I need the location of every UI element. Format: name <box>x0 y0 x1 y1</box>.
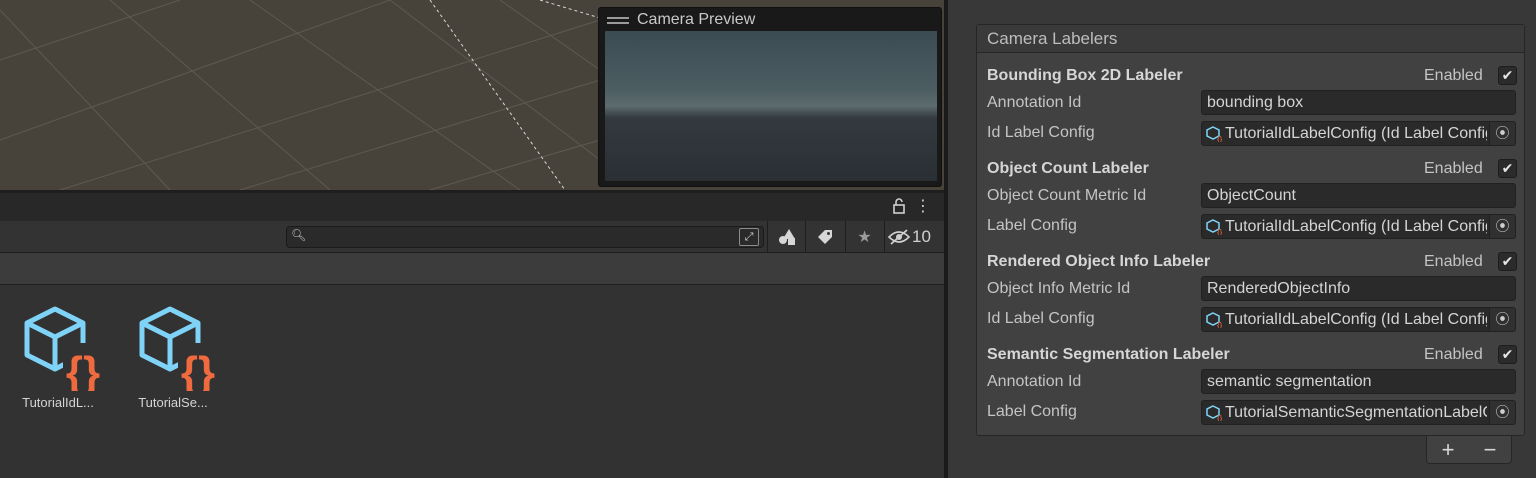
camera-preview-image <box>605 31 937 181</box>
object-picker-icon[interactable]: ⦿ <box>1489 401 1515 424</box>
enabled-checkbox[interactable]: ✔ <box>1498 159 1517 178</box>
label-config-field[interactable]: {} TutorialIdLabelConfig (Id Label Confi… <box>1201 214 1516 239</box>
svg-text:{}: {} <box>1217 414 1222 421</box>
object-picker-icon[interactable]: ⦿ <box>1489 215 1515 238</box>
enabled-checkbox[interactable]: ✔ <box>1498 66 1517 85</box>
checkmark-icon: ✔ <box>1501 253 1514 269</box>
checkmark-icon: ✔ <box>1501 67 1514 83</box>
filter-by-label-button[interactable] <box>805 221 843 252</box>
camera-preview-window[interactable]: Camera Preview <box>598 7 942 187</box>
scriptable-object-icon: {} <box>1206 126 1222 142</box>
hidden-packages-toggle[interactable]: 10 <box>888 221 931 252</box>
asset-item[interactable]: {} TutorialIdL... <box>3 305 113 425</box>
metric-id-input[interactable]: RenderedObjectInfo <box>1201 276 1516 301</box>
checkmark-icon: ✔ <box>1501 346 1514 362</box>
kebab-menu-icon[interactable]: ⋮ <box>914 198 932 216</box>
toolbar-separator <box>884 221 885 252</box>
filter-by-type-button[interactable] <box>767 221 805 252</box>
asset-label: TutorialIdL... <box>22 395 94 410</box>
labeler-title: Bounding Box 2D Labeler <box>987 67 1183 84</box>
scriptable-object-icon: {} <box>1206 219 1222 235</box>
list-add-remove-footer: + − <box>1426 436 1512 464</box>
object-field-value: TutorialSemanticSegmentationLabelConfig <box>1225 404 1487 421</box>
expand-icon[interactable]: ⤢ <box>739 228 759 246</box>
label-config-field[interactable]: {} TutorialSemanticSegmentationLabelConf… <box>1201 400 1516 425</box>
svg-text:{}: {} <box>181 348 215 391</box>
enabled-label: Enabled <box>1424 253 1483 270</box>
id-label-config-field[interactable]: {} TutorialIdLabelConfig (Id Label Confi… <box>1201 121 1516 146</box>
enabled-label: Enabled <box>1424 346 1483 363</box>
field-label: Object Info Metric Id <box>987 280 1131 297</box>
search-input[interactable]: 🔍︎ ⤢ <box>286 226 764 248</box>
svg-text:{}: {} <box>1217 321 1222 328</box>
field-label: Id Label Config <box>987 124 1095 141</box>
field-label: Annotation Id <box>987 94 1082 111</box>
inspector-panel: Camera Labelers Bounding Box 2D Labeler … <box>948 0 1536 478</box>
id-label-config-field[interactable]: {} TutorialIdLabelConfig (Id Label Confi… <box>1201 307 1516 332</box>
label-config-asset-icon: {} <box>24 306 103 391</box>
enabled-checkbox[interactable]: ✔ <box>1498 252 1517 271</box>
field-label: Label Config <box>987 217 1077 234</box>
svg-text:{}: {} <box>66 348 100 391</box>
camera-labelers-header: Camera Labelers <box>977 25 1524 53</box>
asset-label: TutorialSe... <box>138 395 208 410</box>
breadcrumb <box>0 253 944 285</box>
labeler-title: Rendered Object Info Labeler <box>987 253 1211 270</box>
annotation-id-input[interactable]: semantic segmentation <box>1201 369 1516 394</box>
field-label: Label Config <box>987 403 1077 420</box>
svg-text:{}: {} <box>1217 228 1222 235</box>
remove-labeler-button[interactable]: − <box>1484 437 1497 463</box>
lock-icon[interactable] <box>890 198 908 216</box>
field-label: Id Label Config <box>987 310 1095 327</box>
hidden-count: 10 <box>912 226 931 246</box>
project-tab-bar <box>0 193 944 221</box>
eye-slash-icon <box>888 228 910 245</box>
filter-by-label-icon <box>817 229 832 244</box>
camera-preview-header[interactable]: Camera Preview <box>607 10 755 30</box>
annotation-id-input[interactable]: bounding box <box>1201 90 1516 115</box>
star-icon: ★ <box>857 228 872 246</box>
scriptable-object-icon: {} <box>1206 312 1222 328</box>
checkmark-icon: ✔ <box>1501 160 1514 176</box>
camera-labelers-list: Camera Labelers Bounding Box 2D Labeler … <box>976 24 1525 436</box>
labeler-title: Object Count Labeler <box>987 160 1149 177</box>
field-label: Object Count Metric Id <box>987 187 1147 204</box>
camera-preview-title: Camera Preview <box>637 11 756 28</box>
scene-view[interactable]: Camera Preview <box>0 0 944 190</box>
field-label: Annotation Id <box>987 373 1082 390</box>
object-field-value: TutorialIdLabelConfig (Id Label Config) <box>1225 218 1487 235</box>
unity-editor: Camera Preview ⋮ 🔍︎ ⤢ ★ 10 {} TutorialId… <box>0 0 1536 478</box>
object-picker-icon[interactable]: ⦿ <box>1489 122 1515 145</box>
enabled-label: Enabled <box>1424 160 1483 177</box>
enabled-checkbox[interactable]: ✔ <box>1498 345 1517 364</box>
object-field-value: TutorialIdLabelConfig (Id Label Config) <box>1225 311 1487 328</box>
object-field-value: TutorialIdLabelConfig (Id Label Config) <box>1225 125 1487 142</box>
object-picker-icon[interactable]: ⦿ <box>1489 308 1515 331</box>
asset-item[interactable]: {} TutorialSe... <box>118 305 228 425</box>
add-labeler-button[interactable]: + <box>1442 437 1455 463</box>
metric-id-input[interactable]: ObjectCount <box>1201 183 1516 208</box>
svg-text:{}: {} <box>1217 135 1222 142</box>
label-config-asset-icon: {} <box>139 306 218 391</box>
enabled-label: Enabled <box>1424 67 1483 84</box>
search-icon: 🔍︎ <box>291 228 307 242</box>
scriptable-object-icon: {} <box>1206 405 1222 421</box>
filter-by-type-icon <box>778 228 795 245</box>
labeler-title: Semantic Segmentation Labeler <box>987 346 1230 363</box>
favorites-button[interactable]: ★ <box>845 221 883 252</box>
drag-handle-icon[interactable] <box>607 16 629 24</box>
